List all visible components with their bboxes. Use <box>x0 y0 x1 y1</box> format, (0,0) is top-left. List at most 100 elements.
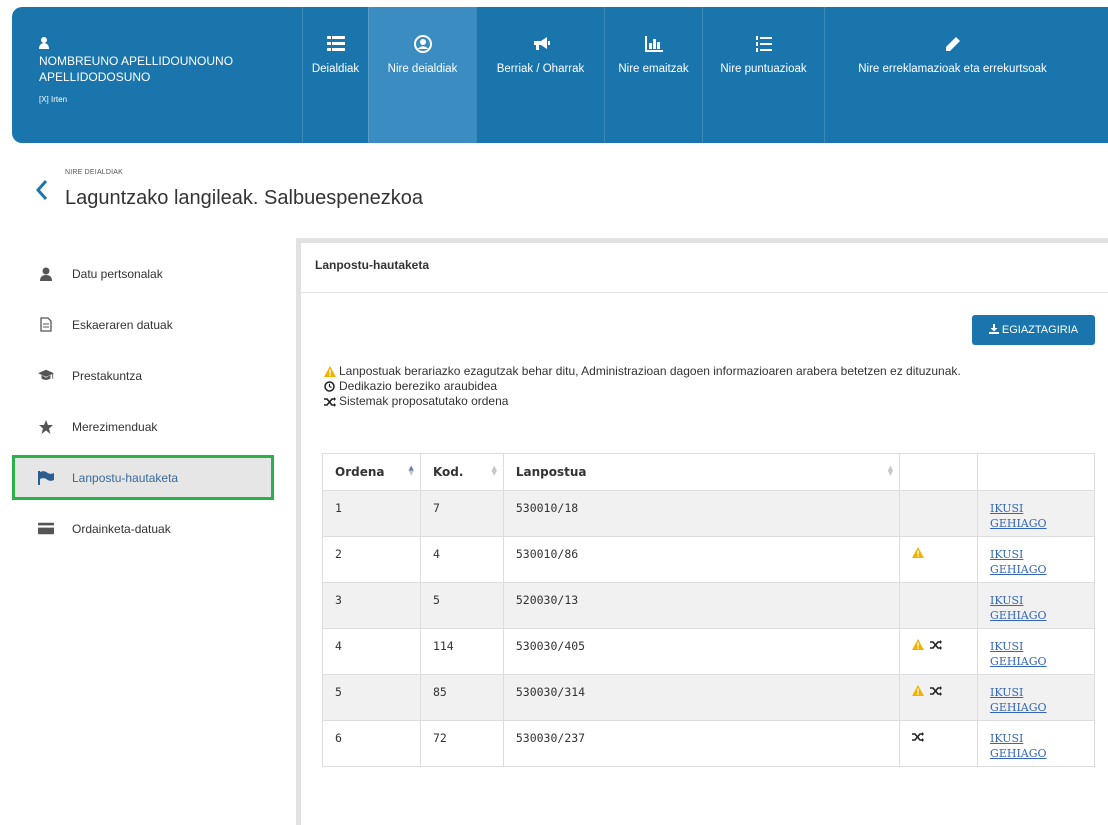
table-header-row: Ordena ▲ ▼ Kod. ▲ ▼ Lanpostua ▲ ▼ <box>322 453 1095 491</box>
column-header-code[interactable]: Kod. ▲ ▼ <box>419 453 504 491</box>
user-icon <box>38 266 54 282</box>
see-more-link[interactable]: IKUSI GEHIAGO <box>990 593 1050 623</box>
nav-item-label: Nire puntuazioak <box>720 63 807 75</box>
sidebar-item-label: Datu pertsonalak <box>72 266 163 281</box>
cell-order: 5 <box>322 674 421 721</box>
cell-post: 520030/13 <box>502 582 901 629</box>
job-selection-panel: Lanpostu-hautaketa EGIAZTAGIRIA Lanpostu… <box>296 238 1108 825</box>
sidebar-item-merezimenduak[interactable]: Merezimenduak <box>12 401 274 452</box>
cell-code: 5 <box>419 582 504 629</box>
cell-post: 530030/405 <box>502 628 901 675</box>
cell-order: 1 <box>322 490 421 537</box>
warning-icon <box>912 547 925 561</box>
cell-flags <box>899 490 979 537</box>
see-more-link[interactable]: IKUSI GEHIAGO <box>990 685 1050 715</box>
star-icon <box>38 419 54 435</box>
header-label: Ordena <box>335 465 385 479</box>
shuffle-icon <box>930 639 943 653</box>
logout-link[interactable]: [X] Irten <box>39 95 302 104</box>
bar-chart-icon <box>644 34 664 54</box>
nav-item-label: Nire deialdiak <box>387 63 458 75</box>
nav-item-nire-deialdiak[interactable]: Nire deialdiak <box>368 7 476 143</box>
legend-system-order: Sistemak proposatutako ordena <box>324 394 1084 409</box>
sidebar-item-label: Lanpostu-hautaketa <box>72 470 179 485</box>
cell-post: 530010/86 <box>502 536 901 583</box>
legend-dedication: Dedikazio bereziko araubidea <box>324 379 1084 394</box>
sidebar: Datu pertsonalak Eskaeraren datuak Prest… <box>12 248 274 554</box>
column-header-more <box>977 453 1095 491</box>
legend: Lanpostuak berariazko ezagutzak behar di… <box>324 364 1084 409</box>
table-row: 6 72 530030/237 IKUSI GEHIAGO <box>322 720 1095 767</box>
nav-item-nire-puntuazioak[interactable]: Nire puntuazioak <box>702 7 824 143</box>
sidebar-item-lanpostu-hautaketa[interactable]: Lanpostu-hautaketa <box>12 455 274 500</box>
cell-code: 72 <box>419 720 504 767</box>
sidebar-item-label: Prestakuntza <box>72 368 143 383</box>
page-title: Laguntzako langileak. Salbuespenezkoa <box>65 187 424 209</box>
column-header-post[interactable]: Lanpostua ▲ ▼ <box>502 453 901 491</box>
sidebar-item-datu-pertsonalak[interactable]: Datu pertsonalak <box>12 248 274 299</box>
cell-more: IKUSI GEHIAGO <box>977 720 1095 767</box>
user-block: NOMBREUNO APELLIDOUNOUNO APELLIDODOSUNO … <box>12 7 302 143</box>
nav-item-label: Berriak / Oharrak <box>496 63 585 75</box>
shuffle-icon <box>912 731 925 745</box>
column-header-flags <box>899 453 979 491</box>
table-row: 1 7 530010/18 IKUSI GEHIAGO <box>322 490 1095 537</box>
cell-post: 530030/314 <box>502 674 901 721</box>
cell-order: 6 <box>322 720 421 767</box>
cell-more: IKUSI GEHIAGO <box>977 628 1095 675</box>
nav-item-nire-erreklamazioak[interactable]: Nire erreklamazioak eta errekurtsoak <box>824 7 1080 143</box>
cell-more: IKUSI GEHIAGO <box>977 674 1095 721</box>
shuffle-icon <box>930 685 943 699</box>
table-row: 3 5 520030/13 IKUSI GEHIAGO <box>322 582 1095 629</box>
cell-order: 3 <box>322 582 421 629</box>
job-table: Ordena ▲ ▼ Kod. ▲ ▼ Lanpostua ▲ ▼ 1 7 530010/… <box>322 453 1095 767</box>
cell-flags <box>899 674 979 721</box>
see-more-link[interactable]: IKUSI GEHIAGO <box>990 639 1050 669</box>
nav-item-label: Nire erreklamazioak eta errekurtsoak <box>858 63 1047 75</box>
cell-order: 4 <box>322 628 421 675</box>
legend-warning-text: Lanpostuak berariazko ezagutzak behar di… <box>339 364 961 378</box>
flag-icon <box>38 470 54 486</box>
row-flags <box>912 685 965 699</box>
cell-flags <box>899 720 979 767</box>
cell-more: IKUSI GEHIAGO <box>977 536 1095 583</box>
see-more-link[interactable]: IKUSI GEHIAGO <box>990 547 1050 577</box>
back-arrow-icon[interactable] <box>34 178 50 202</box>
nav-item-label: Deialdiak <box>311 63 360 75</box>
see-more-link[interactable]: IKUSI GEHIAGO <box>990 501 1050 531</box>
sidebar-item-prestakuntza[interactable]: Prestakuntza <box>12 350 274 401</box>
legend-warning: Lanpostuak berariazko ezagutzak behar di… <box>324 364 1084 379</box>
row-flags <box>912 547 965 561</box>
cell-code: 7 <box>419 490 504 537</box>
cell-flags <box>899 582 979 629</box>
certificate-download-button[interactable]: EGIAZTAGIRIA <box>972 315 1095 345</box>
cell-post: 530010/18 <box>502 490 901 537</box>
table-row: 2 4 530010/86 IKUSI GEHIAGO <box>322 536 1095 583</box>
panel-title: Lanpostu-hautaketa <box>301 243 1108 293</box>
job-table-wrapper: Ordena ▲ ▼ Kod. ▲ ▼ Lanpostua ▲ ▼ 1 7 530010/… <box>322 453 1095 767</box>
cell-flags <box>899 536 979 583</box>
user-circle-icon <box>413 34 433 54</box>
credit-card-icon <box>38 521 54 537</box>
breadcrumb[interactable]: NIRE DEIALDIAK <box>65 169 123 176</box>
sidebar-item-eskaeraren-datuak[interactable]: Eskaeraren datuak <box>12 299 274 350</box>
sidebar-item-label: Eskaeraren datuak <box>72 317 173 332</box>
legend-system-order-text: Sistemak proposatutako ordena <box>339 394 509 408</box>
sort-icon: ▲ ▼ <box>491 464 497 477</box>
shuffle-icon <box>324 394 338 409</box>
nav-item-deialdiak[interactable]: Deialdiak <box>302 7 368 143</box>
warning-icon <box>912 639 925 653</box>
nav-item-label: Nire emaitzak <box>618 63 689 75</box>
header-label: Lanpostua <box>515 465 587 479</box>
column-header-order[interactable]: Ordena ▲ ▼ <box>322 453 421 491</box>
user-name: NOMBREUNO APELLIDOUNOUNO APELLIDODOSUNO <box>39 54 234 84</box>
sidebar-item-ordainketa-datuak[interactable]: Ordainketa-datuak <box>12 503 274 554</box>
download-icon <box>988 323 999 337</box>
nav-item-berriak-oharrak[interactable]: Berriak / Oharrak <box>476 7 604 143</box>
see-more-link[interactable]: IKUSI GEHIAGO <box>990 731 1050 761</box>
nav-item-nire-emaitzak[interactable]: Nire emaitzak <box>604 7 702 143</box>
graduation-cap-icon <box>38 368 54 384</box>
cell-more: IKUSI GEHIAGO <box>977 490 1095 537</box>
cell-more: IKUSI GEHIAGO <box>977 582 1095 629</box>
row-flags <box>912 639 965 653</box>
